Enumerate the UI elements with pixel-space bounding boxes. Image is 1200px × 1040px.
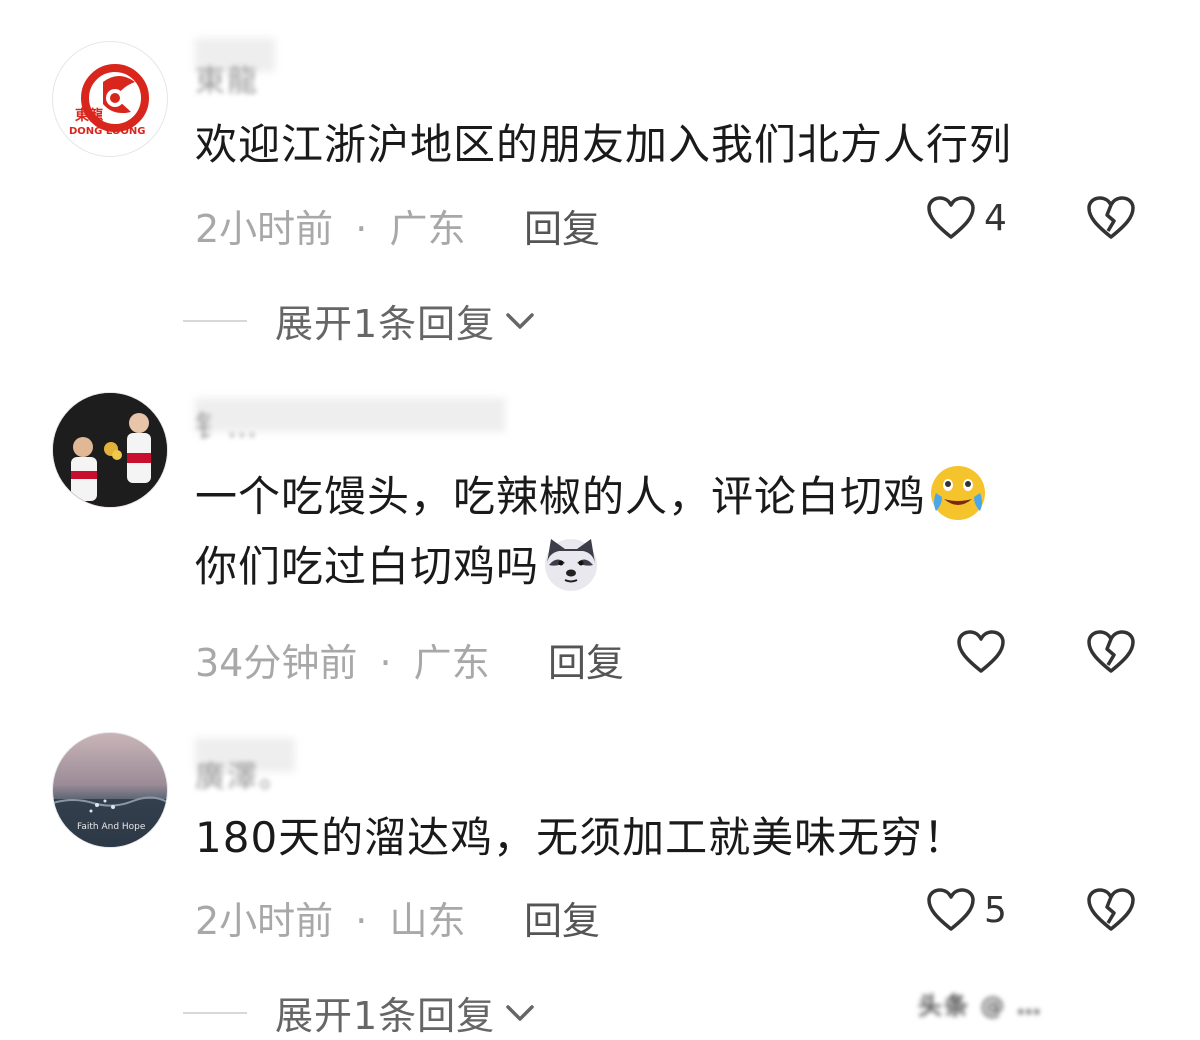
username[interactable]: 廣澤。 [195,752,291,796]
username[interactable]: 東龍 [195,56,259,100]
svg-text:DONG LOONG: DONG LOONG [69,126,145,137]
watermark: 头条 @ … [918,992,1043,1020]
location: 广东 [389,207,466,251]
comment-text-part: 你们吃过白切鸡吗 [195,542,540,591]
comment-text: 180天的溜达鸡，无须加工就美味无穷！ [195,813,967,862]
heart-icon [927,196,975,239]
avatar[interactable] [52,392,168,508]
separator: · [379,641,392,685]
dragon-logo-icon: 東龍 DONG LOONG [69,64,149,137]
like-count: 4 [984,197,1007,239]
heart-icon [927,888,975,931]
like-button[interactable]: 5 [926,887,1007,933]
location: 山东 [389,899,466,943]
comment-meta: 34分钟前 · 广东 [195,632,490,687]
comment-text: 一个吃馒头，吃辣椒的人，评论白切鸡 你们吃过白切鸡吗 [195,462,1155,602]
like-count: 5 [984,889,1007,931]
separator: · [355,899,368,943]
expand-replies-button[interactable]: 展开1条回复 [183,293,537,348]
avatar[interactable]: 東龍 DONG LOONG [52,41,168,157]
avatar[interactable]: Faith And Hope [52,732,168,848]
broken-heart-icon [1087,196,1135,239]
timestamp: 2小时前 [195,207,334,251]
athletes-photo [53,393,167,507]
chevron-down-icon [506,312,534,329]
sea-photo: Faith And Hope [53,796,167,847]
svg-text:東龍: 東龍 [75,107,103,124]
reply-button[interactable]: 回复 [524,890,600,945]
expand-replies-label: 展开1条回复 [275,994,496,1038]
comment-meta: 2小时前 · 山东 [195,890,465,945]
broken-heart-icon [1087,630,1135,673]
reply-button[interactable]: 回复 [524,198,600,253]
location: 广东 [413,641,490,685]
separator: · [355,207,368,251]
crying-laughing-emoji-icon [931,466,986,520]
chevron-down-icon [506,1004,534,1021]
dislike-button[interactable] [1086,629,1136,679]
timestamp: 2小时前 [195,899,334,943]
comment-text-part: 一个吃馒头，吃辣椒的人，评论白切鸡 [195,472,927,521]
like-button[interactable]: 4 [926,195,1007,241]
expand-replies-label: 展开1条回复 [275,302,496,346]
svg-text:Faith And Hope: Faith And Hope [77,822,146,832]
username[interactable]: 钅… [195,402,259,446]
timestamp: 34分钟前 [195,641,358,685]
dislike-button[interactable] [1086,195,1136,245]
comment-meta: 2小时前 · 广东 [195,198,465,253]
broken-heart-icon [1087,888,1135,931]
expand-replies-button[interactable]: 展开1条回复 [183,985,537,1040]
divider-line [183,1011,247,1014]
like-button[interactable] [956,629,1014,675]
husky-dog-emoji-icon [545,539,598,591]
heart-icon [957,630,1005,673]
dislike-button[interactable] [1086,887,1136,937]
reply-button[interactable]: 回复 [548,632,624,687]
divider-line [183,319,247,322]
comment-text: 欢迎江浙沪地区的朋友加入我们北方人行列 [195,120,1013,169]
